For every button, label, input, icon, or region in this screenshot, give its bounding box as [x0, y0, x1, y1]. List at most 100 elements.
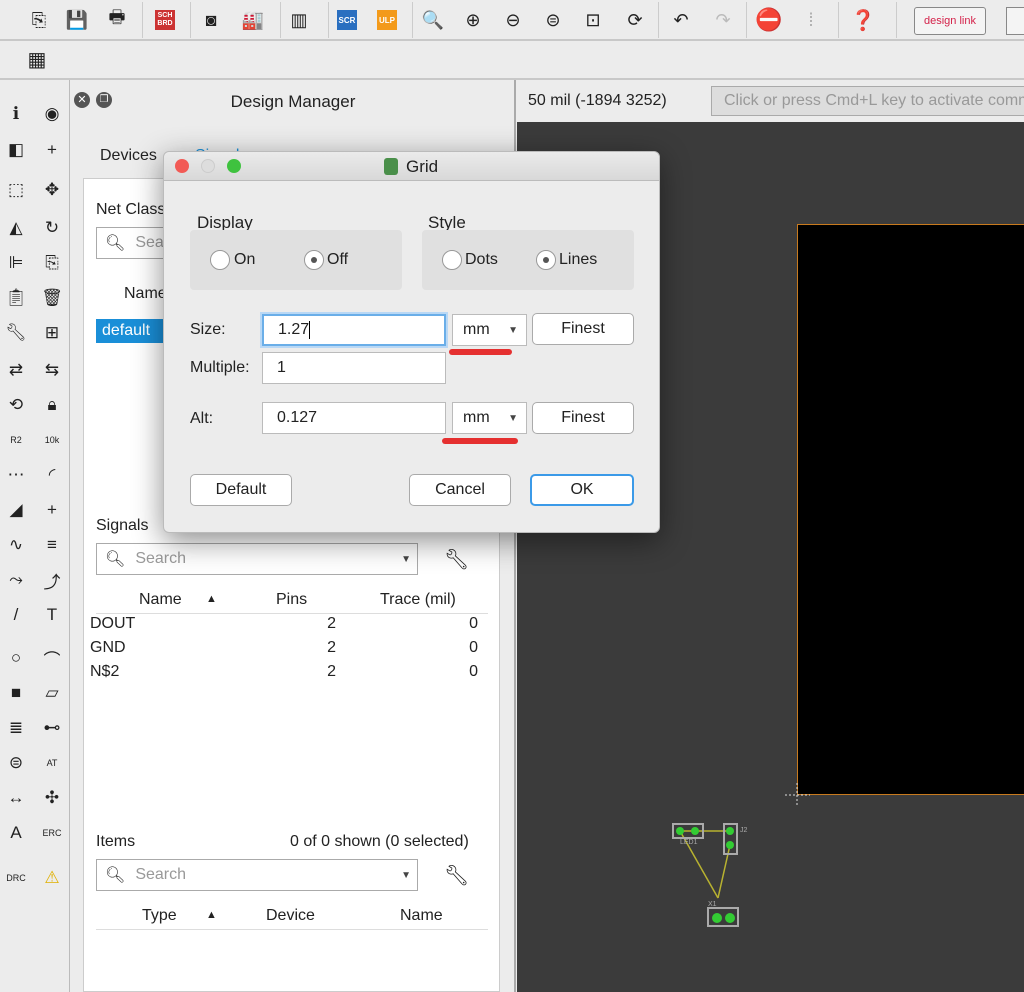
lock-icon[interactable]: 🔒︎	[39, 392, 65, 418]
via2-icon[interactable]: ≣	[3, 715, 29, 741]
alt-input[interactable]: 0.127	[262, 402, 446, 434]
dimension-icon[interactable]: ↔	[3, 785, 29, 811]
close-button[interactable]	[175, 159, 189, 173]
rotate-icon[interactable]: ↻	[39, 215, 65, 241]
name-header[interactable]: Name	[124, 285, 167, 303]
style-lines-radio[interactable]	[536, 250, 556, 270]
info-icon[interactable]: ℹ	[3, 101, 29, 127]
part-j2[interactable]	[723, 823, 738, 855]
tab-devices[interactable]: Devices	[100, 147, 157, 165]
size-input[interactable]: 1.27	[262, 314, 446, 346]
move-icon[interactable]: ✥	[39, 177, 65, 203]
refresh-icon[interactable]: ⟳	[622, 8, 648, 32]
smash-icon[interactable]: ⋯	[3, 462, 29, 488]
wrench-icon[interactable]: 🔧︎	[444, 863, 469, 888]
multiple-input[interactable]: 1	[262, 352, 446, 384]
zoom-redraw-icon[interactable]: ⊜	[540, 8, 566, 32]
change-icon[interactable]: 🔧︎	[3, 320, 29, 346]
text-icon[interactable]: T	[39, 602, 65, 628]
erc-icon[interactable]: ERC	[39, 820, 65, 846]
display-off-radio[interactable]	[304, 250, 324, 270]
zoom-fit-icon[interactable]: 🔍	[420, 8, 446, 32]
alt-finest-button[interactable]: Finest	[532, 402, 634, 434]
script-button[interactable]: SCR	[334, 8, 360, 32]
chevron-down-icon[interactable]: ▼	[401, 870, 411, 881]
style-dots-radio[interactable]	[442, 250, 462, 270]
minimize-button[interactable]	[201, 159, 215, 173]
parts-layout[interactable]: LED1 J2 X1	[660, 780, 820, 940]
cancel-button[interactable]: Cancel	[409, 474, 511, 506]
size-unit-select[interactable]: mm ▼	[452, 314, 527, 346]
layer-icon[interactable]: ◧	[3, 137, 29, 163]
rect-icon[interactable]: ■	[3, 680, 29, 706]
mirror-icon[interactable]: ◭	[3, 215, 29, 241]
optimize-icon[interactable]: ⟲	[3, 392, 29, 418]
copy-icon[interactable]: ⎘	[39, 250, 65, 276]
wrench-icon[interactable]: 🔧︎	[444, 547, 469, 572]
signal-name-header[interactable]: Name	[139, 591, 182, 609]
route-icon[interactable]: ⤳	[3, 567, 29, 593]
ratsnest-icon[interactable]: ✣	[39, 785, 65, 811]
chevron-down-icon[interactable]: ▼	[401, 554, 411, 565]
library-icon[interactable]: ▥	[286, 8, 312, 32]
part-x1[interactable]	[707, 907, 739, 927]
trace-header[interactable]: Trace (mil)	[380, 591, 456, 609]
paste-icon[interactable]: 📋︎	[3, 285, 29, 311]
stop-icon[interactable]: ⛔	[755, 7, 782, 32]
add-icon[interactable]: ⊞	[39, 320, 65, 346]
arc-icon[interactable]: ⌒	[39, 645, 65, 671]
sch-brd-switch-button[interactable]: SCH BRD	[152, 8, 178, 32]
show-icon[interactable]: ◉	[39, 101, 65, 127]
split-icon[interactable]: ◢	[3, 497, 29, 523]
signals-search[interactable]: 🔍︎ Search ▼	[96, 543, 418, 575]
device-header[interactable]: Device	[266, 907, 315, 925]
item-name-header[interactable]: Name	[400, 907, 443, 925]
default-button[interactable]: Default	[190, 474, 292, 506]
replace-icon[interactable]: ⇄	[3, 357, 29, 383]
redo-icon[interactable]: ↷	[710, 8, 736, 32]
grid-icon[interactable]: ▦	[24, 47, 50, 71]
attribute-icon[interactable]: AT	[39, 750, 65, 776]
group-icon[interactable]: ⬚	[3, 177, 29, 203]
command-line-input[interactable]: Click or press Cmd+L key to activate com…	[711, 86, 1024, 116]
miter-icon[interactable]: ◜	[39, 462, 65, 488]
signal2-icon[interactable]: ⊷	[39, 715, 65, 741]
display-on-radio[interactable]	[210, 250, 230, 270]
name-icon[interactable]: R2	[3, 427, 29, 453]
undo-icon[interactable]: ↶	[668, 8, 694, 32]
autorouter-icon[interactable]: A	[3, 820, 29, 846]
ripup-icon[interactable]: ⤴	[39, 567, 65, 593]
ulp-button[interactable]: ULP	[374, 8, 400, 32]
save-icon[interactable]: 💾	[64, 8, 90, 32]
manufacturing-icon[interactable]: 🏭	[240, 8, 266, 32]
design-link-button[interactable]: design link	[914, 7, 986, 35]
fusion-button[interactable]	[1006, 7, 1024, 35]
pins-header[interactable]: Pins	[276, 591, 307, 609]
value-icon[interactable]: 10k	[39, 427, 65, 453]
line-icon[interactable]: /	[3, 602, 29, 628]
polygon-icon[interactable]: ▱	[39, 680, 65, 706]
zoom-button[interactable]	[227, 159, 241, 173]
zoom-select-icon[interactable]: ⊡	[580, 8, 606, 32]
size-finest-button[interactable]: Finest	[532, 313, 634, 345]
hole-icon[interactable]: ⊜	[3, 750, 29, 776]
meander-icon[interactable]: ∿	[3, 532, 29, 558]
cam-icon[interactable]: ◙	[198, 8, 224, 32]
ok-button[interactable]: OK	[530, 474, 634, 506]
open-icon[interactable]: ⎘	[26, 8, 52, 32]
drc-icon[interactable]: DRC	[3, 865, 29, 891]
signal-icon[interactable]: ≡	[39, 532, 65, 558]
align-icon[interactable]: ⊫	[3, 250, 29, 276]
warning-icon[interactable]: ⚠	[39, 865, 65, 891]
type-header[interactable]: Type	[142, 907, 177, 925]
go-icon[interactable]: ⁞	[798, 8, 824, 32]
alt-unit-select[interactable]: mm ▼	[452, 402, 527, 434]
zoom-out-icon[interactable]: ⊖	[500, 8, 526, 32]
items-search[interactable]: 🔍︎ Search ▼	[96, 859, 418, 891]
help-icon[interactable]: ❓	[850, 8, 876, 32]
print-icon[interactable]: 🖶	[104, 7, 130, 32]
delete-icon[interactable]: 🗑︎	[39, 285, 65, 311]
zoom-in-icon[interactable]: ⊕	[460, 8, 486, 32]
mark-icon[interactable]: +	[39, 137, 65, 163]
via-icon[interactable]: +	[39, 497, 65, 523]
